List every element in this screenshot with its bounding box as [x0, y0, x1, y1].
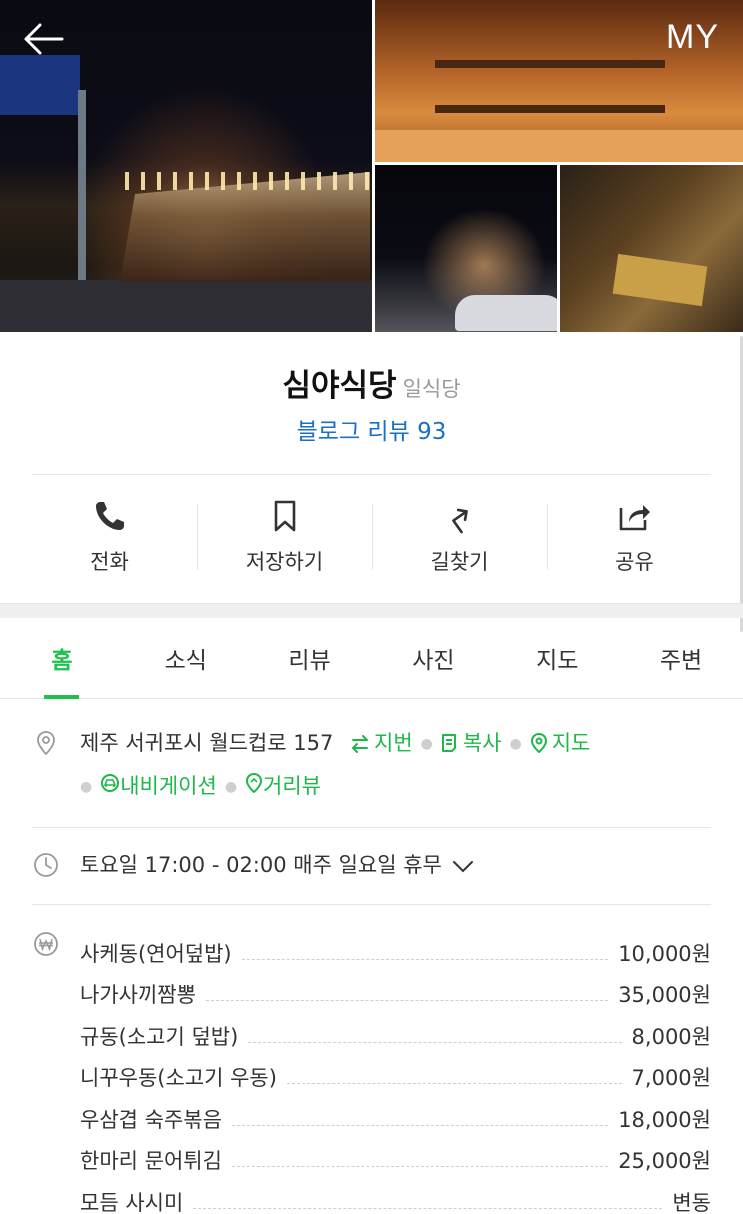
tab-nearby[interactable]: 주변 [619, 619, 743, 698]
action-bar: 전화 저장하기 길찾기 공유 [22, 492, 722, 582]
menu-item-price: 25,000원 [618, 1149, 711, 1173]
place-category: 일식당 [402, 377, 461, 401]
menu-item: 니꾸우동(소고기 우동) 7,000원 [80, 1051, 711, 1093]
place-title-row: 심야식당 일식당 [0, 360, 743, 405]
separator-dot: ● [509, 736, 522, 752]
action-label: 길찾기 [430, 550, 489, 574]
copy-icon [441, 734, 456, 752]
map-link[interactable]: 지도 [530, 731, 591, 755]
photo-grid: MY [0, 0, 743, 332]
menu-item-price: 18,000원 [618, 1107, 711, 1132]
tab-bar: 홈 소식 리뷰 사진 지도 주변 [0, 619, 743, 699]
tab-photos[interactable]: 사진 [371, 619, 495, 698]
copy-label: 복사 [462, 731, 502, 755]
menu-item-price: 변동 [672, 1190, 711, 1214]
photo-kitchen[interactable] [560, 165, 743, 332]
call-button[interactable]: 전화 [22, 492, 197, 582]
menu-item: 우삼겹 숙주볶음 18,000원 [80, 1092, 711, 1134]
menu-item-name: 한마리 문어튀김 [80, 1149, 222, 1173]
action-label: 공유 [615, 550, 654, 574]
menu-item: 모듬 사시미 변동 [80, 1175, 711, 1214]
menu-item-price: 7,000원 [631, 1066, 711, 1090]
street-view-icon [246, 772, 263, 794]
map-pin-icon [530, 733, 547, 753]
menu-item: 사케동(연어덮밥) 10,000원 [80, 926, 711, 968]
divider [32, 474, 711, 475]
shelf [435, 60, 665, 68]
hours-text: 토요일 17:00 - 02:00 매주 일요일 휴무 [80, 853, 442, 877]
action-label: 전화 [90, 550, 129, 574]
counter [375, 130, 743, 162]
menu-item: 나가사끼짬뽕 35,000원 [80, 968, 711, 1010]
street-view-label: 거리뷰 [263, 774, 322, 798]
car-icon [101, 774, 120, 792]
sign-pole [78, 90, 86, 280]
tab-map[interactable]: 지도 [495, 619, 619, 698]
separator-dot: ● [224, 779, 238, 795]
dotted-leader [193, 1207, 663, 1209]
share-icon [619, 505, 650, 531]
section-gap [0, 603, 743, 618]
menu-item: 한마리 문어튀김 25,000원 [80, 1134, 711, 1176]
copy-address-button[interactable]: 복사 [441, 731, 502, 755]
my-button[interactable]: MY [666, 18, 719, 57]
tab-reviews[interactable]: 리뷰 [248, 619, 372, 698]
menu-item-price: 8,000원 [631, 1024, 711, 1049]
bookmark-icon [274, 500, 295, 532]
chevron-down-icon [452, 861, 473, 873]
menu-item-name: 우삼겹 숙주볶음 [80, 1107, 222, 1132]
car [455, 295, 557, 331]
shelf [435, 105, 665, 113]
share-button[interactable]: 공유 [547, 492, 722, 582]
dotted-leader [241, 958, 609, 960]
cutting-board [612, 253, 708, 307]
business-hours[interactable]: 토요일 17:00 - 02:00 매주 일요일 휴무 [80, 849, 474, 879]
jibun-toggle[interactable]: 지번 [350, 731, 413, 755]
road-sign [0, 55, 80, 115]
navigation-label: 내비게이션 [120, 774, 217, 798]
blog-review-link[interactable]: 블로그 리뷰 93 [0, 412, 743, 446]
address-links-row: ● 내비게이션 ● 거리뷰 [80, 770, 321, 800]
menu-item-price: 10,000원 [618, 941, 711, 966]
separator-dot: ● [80, 779, 93, 795]
menu-item-name: 니꾸우동(소고기 우동) [80, 1066, 277, 1090]
phone-icon [95, 502, 124, 530]
action-label: 저장하기 [245, 550, 324, 574]
tab-news[interactable]: 소식 [124, 619, 248, 698]
menu-item-price: 35,000원 [618, 983, 711, 1007]
dotted-leader [205, 1000, 609, 1001]
road [0, 280, 372, 332]
save-button[interactable]: 저장하기 [197, 492, 372, 582]
tab-home[interactable]: 홈 [0, 619, 124, 699]
divider [32, 904, 711, 905]
menu-item: 규동(소고기 덮밥) 8,000원 [80, 1009, 711, 1051]
address-text: 제주 서귀포시 월드컵로 157 [80, 731, 334, 755]
swap-icon [352, 735, 368, 753]
address-row: 제주 서귀포시 월드컵로 157 지번 ● 복사 ● 지도 [80, 727, 590, 757]
place-name: 심야식당 [282, 368, 397, 404]
map-label: 지도 [551, 731, 591, 755]
menu-item-name: 모듬 사시미 [80, 1190, 184, 1214]
street-view-link[interactable]: 거리뷰 [245, 772, 322, 798]
dotted-leader [231, 1124, 609, 1126]
menu-list: 사케동(연어덮밥) 10,000원 나가사끼짬뽕 35,000원 규동(소고기 덮밥… [80, 926, 711, 1214]
navigation-link[interactable]: 내비게이션 [100, 774, 217, 798]
separator-dot: ● [420, 736, 433, 752]
location-pin-icon [37, 731, 55, 756]
dotted-leader [286, 1083, 622, 1084]
menu-item-name: 나가사끼짬뽕 [80, 983, 196, 1007]
directions-button[interactable]: 길찾기 [372, 492, 547, 582]
dotted-leader [248, 1041, 622, 1043]
string-lights [125, 172, 370, 190]
menu-item-name: 사케동(연어덮밥) [80, 941, 232, 966]
directions-icon [451, 508, 468, 534]
photo-night-street[interactable] [375, 165, 557, 332]
jibun-label: 지번 [374, 731, 413, 755]
divider [32, 827, 711, 828]
clock-icon [34, 853, 58, 877]
back-arrow-icon[interactable] [22, 22, 64, 56]
menu-item-name: 규동(소고기 덮밥) [80, 1024, 239, 1049]
won-currency-icon [34, 932, 58, 956]
dotted-leader [231, 1166, 609, 1167]
